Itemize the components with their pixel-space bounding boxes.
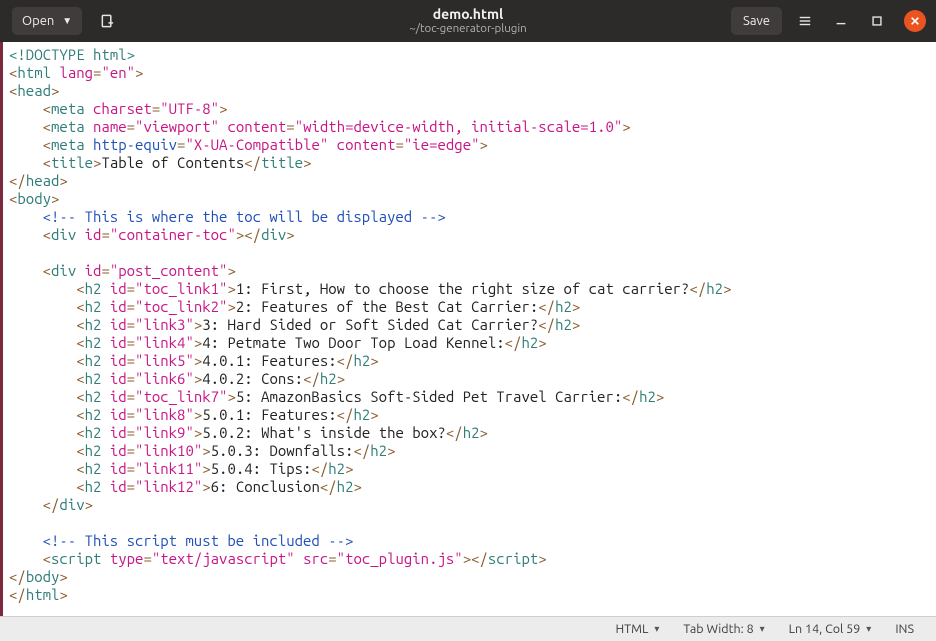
- editor-area[interactable]: <!DOCTYPE html> <html lang="en"> <head> …: [0, 42, 936, 616]
- close-button[interactable]: [904, 10, 926, 32]
- minimize-icon: [834, 14, 848, 28]
- maximize-button[interactable]: [864, 8, 890, 34]
- new-doc-icon: [100, 14, 115, 29]
- cursor-position[interactable]: Ln 14, Col 59: [777, 617, 884, 641]
- language-selector[interactable]: HTML: [603, 617, 671, 641]
- open-button-label: Open: [22, 14, 54, 28]
- chevron-down-icon: ▼: [62, 15, 72, 27]
- titlebar: Open ▼ demo.html ~/toc-generator-plugin …: [0, 0, 936, 42]
- insert-mode-label: INS: [895, 622, 914, 636]
- save-button[interactable]: Save: [731, 7, 782, 35]
- maximize-icon: [870, 14, 884, 28]
- status-bar: HTML Tab Width: 8 Ln 14, Col 59 INS: [0, 616, 936, 641]
- code-content[interactable]: <!DOCTYPE html> <html lang="en"> <head> …: [9, 46, 930, 604]
- cursor-label: Ln 14, Col 59: [789, 622, 861, 636]
- tab-width-selector[interactable]: Tab Width: 8: [671, 617, 776, 641]
- window-filename: demo.html: [409, 6, 527, 22]
- minimize-button[interactable]: [828, 8, 854, 34]
- tab-width-label: Tab Width: 8: [683, 622, 753, 636]
- language-label: HTML: [615, 622, 648, 636]
- title-center: demo.html ~/toc-generator-plugin: [409, 6, 527, 35]
- hamburger-icon: [798, 14, 812, 28]
- hamburger-menu-button[interactable]: [792, 8, 818, 34]
- save-button-label: Save: [743, 14, 770, 28]
- open-button[interactable]: Open ▼: [12, 7, 82, 35]
- close-icon: [910, 16, 920, 26]
- new-tab-button[interactable]: [92, 7, 122, 35]
- window-filepath: ~/toc-generator-plugin: [409, 22, 527, 35]
- insert-mode[interactable]: INS: [883, 617, 926, 641]
